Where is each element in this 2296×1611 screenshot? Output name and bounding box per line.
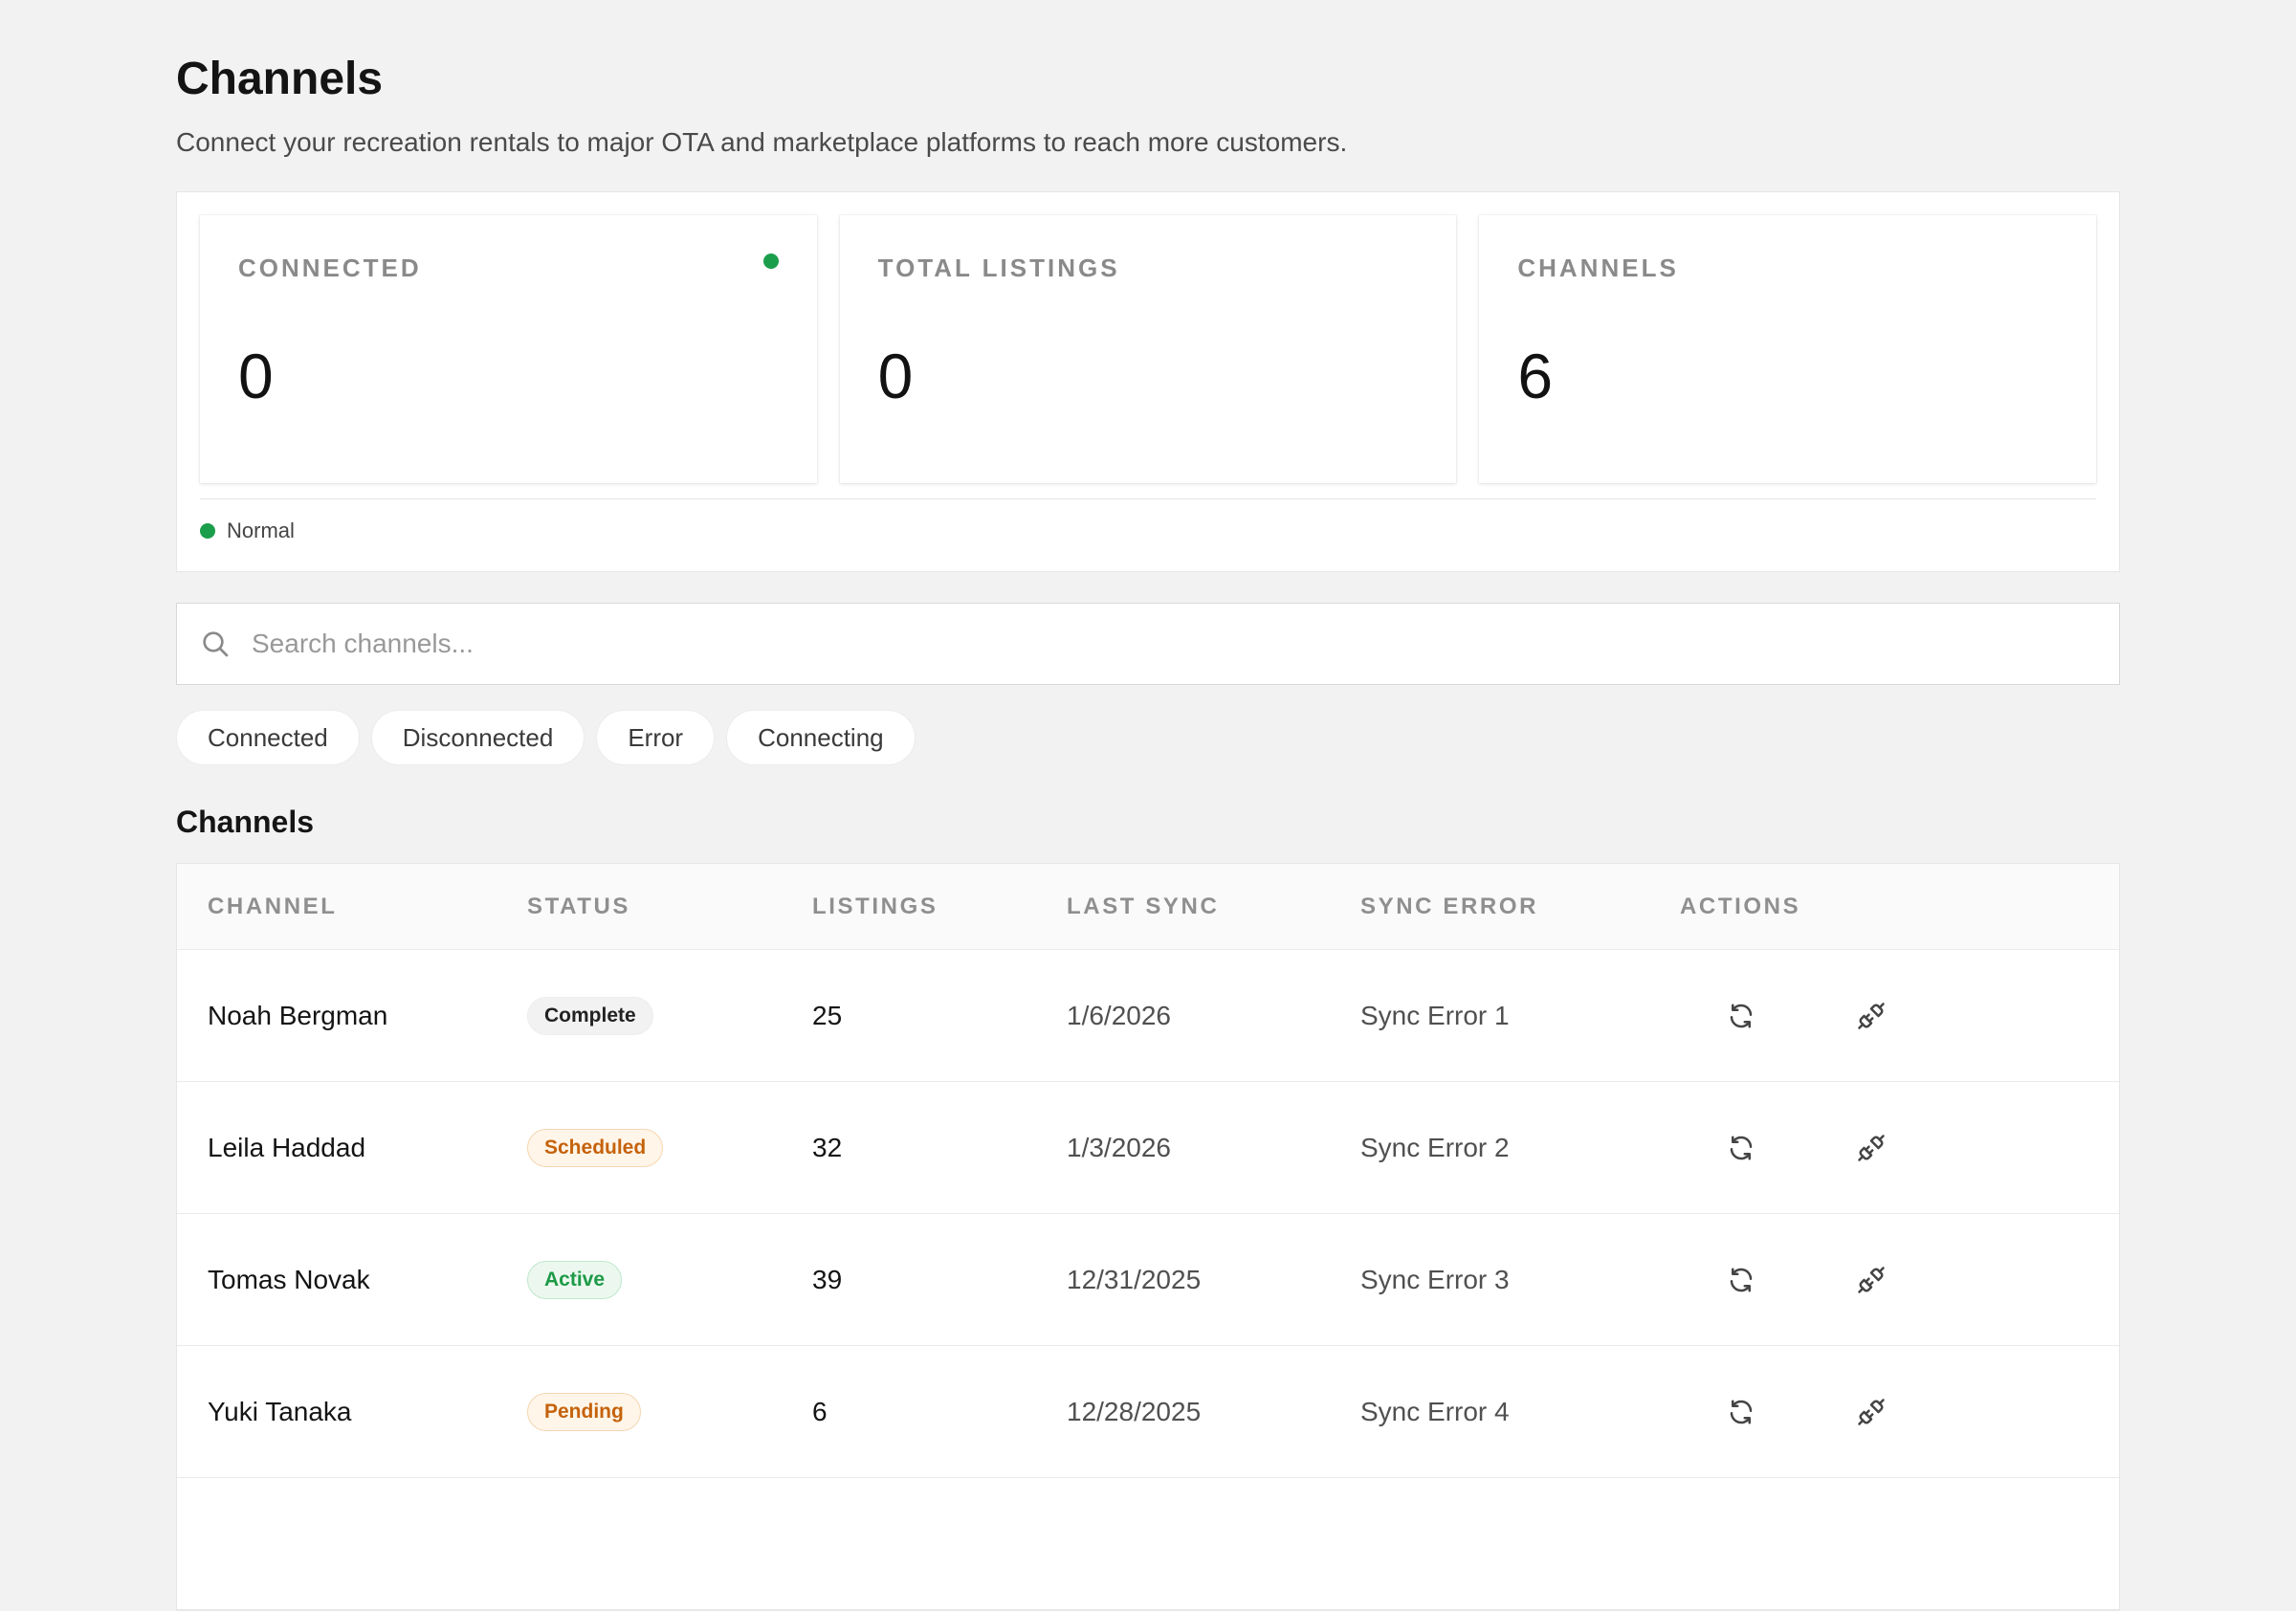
stat-value: 6 <box>1517 341 1554 411</box>
stat-cards: CONNECTED 0 TOTAL LISTINGS 0 CHANNELS 6 <box>200 215 2097 483</box>
channels-page: Channels Connect your recreation rentals… <box>176 50 2120 1611</box>
refresh-icon <box>1730 1004 1753 1027</box>
channel-name: Tomas Novak <box>208 1264 370 1294</box>
sync-error-text: Sync Error 3 <box>1360 1264 1510 1294</box>
refresh-icon <box>1730 1136 1753 1159</box>
stat-label: CHANNELS <box>1517 254 1679 282</box>
last-sync-date: 12/28/2025 <box>1067 1396 1202 1426</box>
column-header-actions: ACTIONS <box>1680 893 1801 919</box>
listings-count: 6 <box>812 1396 828 1426</box>
disconnect-button[interactable] <box>1854 1131 1888 1165</box>
last-sync-date: 1/3/2026 <box>1067 1132 1171 1162</box>
status-badge: Scheduled <box>527 1128 664 1167</box>
listings-count: 39 <box>812 1264 843 1294</box>
refresh-icon <box>1730 1268 1753 1291</box>
disconnect-button[interactable] <box>1854 1395 1888 1429</box>
filter-connecting[interactable]: Connecting <box>726 710 916 765</box>
table-header: CHANNEL STATUS LISTINGS LAST SYNC SYNC E… <box>177 864 2119 950</box>
stat-label: TOTAL LISTINGS <box>877 254 1120 282</box>
filter-error[interactable]: Error <box>596 710 716 765</box>
column-header-sync-error[interactable]: SYNC ERROR <box>1360 894 1680 920</box>
disconnect-button[interactable] <box>1854 1263 1888 1297</box>
channel-name: Noah Bergman <box>208 1000 388 1030</box>
stat-card-channels: CHANNELS 6 <box>1479 215 2097 483</box>
unplug-icon <box>1858 1134 1885 1161</box>
table-row[interactable]: Yuki Tanaka Pending 6 12/28/2025 Sync Er… <box>177 1346 2119 1478</box>
health-status: Normal <box>200 499 2096 563</box>
summary-panel: CONNECTED 0 TOTAL LISTINGS 0 CHANNELS 6 … <box>176 191 2120 572</box>
column-header-status[interactable]: STATUS <box>527 894 812 920</box>
disconnect-button[interactable] <box>1854 999 1888 1033</box>
status-badge: Active <box>527 1260 623 1299</box>
status-filters: Connected Disconnected Error Connecting <box>176 710 2120 765</box>
sync-error-text: Sync Error 4 <box>1360 1396 1510 1426</box>
sync-button[interactable] <box>1724 1395 1758 1429</box>
search-box[interactable] <box>176 603 2120 685</box>
listings-count: 32 <box>812 1132 843 1162</box>
search-icon <box>203 631 229 657</box>
table-title: Channels <box>176 805 315 839</box>
sync-error-text: Sync Error 2 <box>1360 1132 1510 1162</box>
sync-error-text: Sync Error 1 <box>1360 1000 1510 1030</box>
sync-button[interactable] <box>1724 1263 1758 1297</box>
table-row[interactable]: Leila Haddad Scheduled 32 1/3/2026 Sync … <box>177 1082 2119 1214</box>
unplug-icon <box>1858 1398 1885 1425</box>
channels-table: CHANNEL STATUS LISTINGS LAST SYNC SYNC E… <box>176 863 2120 1611</box>
status-indicator-dot <box>762 254 779 269</box>
listings-count: 25 <box>812 1000 843 1030</box>
stat-card-connected: CONNECTED 0 <box>200 215 817 483</box>
channel-name: Leila Haddad <box>208 1132 366 1162</box>
stat-value: 0 <box>238 341 274 411</box>
page-title: Channels <box>176 54 384 104</box>
status-badge: Complete <box>527 996 653 1035</box>
sync-button[interactable] <box>1724 999 1758 1033</box>
health-label: Normal <box>227 519 295 542</box>
page-subtitle: Connect your recreation rentals to major… <box>176 127 1348 157</box>
table-row[interactable]: Noah Bergman Complete 25 1/6/2026 Sync E… <box>177 950 2119 1082</box>
column-header-last-sync[interactable]: LAST SYNC <box>1067 894 1360 920</box>
channel-name: Yuki Tanaka <box>208 1396 352 1426</box>
filter-disconnected[interactable]: Disconnected <box>370 710 585 765</box>
last-sync-date: 1/6/2026 <box>1067 1000 1171 1030</box>
stat-card-total-listings: TOTAL LISTINGS 0 <box>839 215 1457 483</box>
stat-label: CONNECTED <box>238 254 422 282</box>
stat-value: 0 <box>877 341 914 411</box>
status-badge: Pending <box>527 1392 641 1431</box>
sync-button[interactable] <box>1724 1131 1758 1165</box>
last-sync-date: 12/31/2025 <box>1067 1264 1202 1294</box>
unplug-icon <box>1858 1002 1885 1029</box>
table-row[interactable]: Tomas Novak Active 39 12/31/2025 Sync Er… <box>177 1214 2119 1346</box>
unplug-icon <box>1858 1266 1885 1293</box>
health-dot <box>200 523 215 539</box>
table-row[interactable] <box>177 1478 2119 1610</box>
search-input[interactable] <box>252 629 2119 659</box>
refresh-icon <box>1730 1400 1753 1423</box>
column-header-listings[interactable]: LISTINGS <box>812 894 1067 920</box>
filter-connected[interactable]: Connected <box>176 710 360 765</box>
column-header-channel[interactable]: CHANNEL <box>177 894 527 920</box>
